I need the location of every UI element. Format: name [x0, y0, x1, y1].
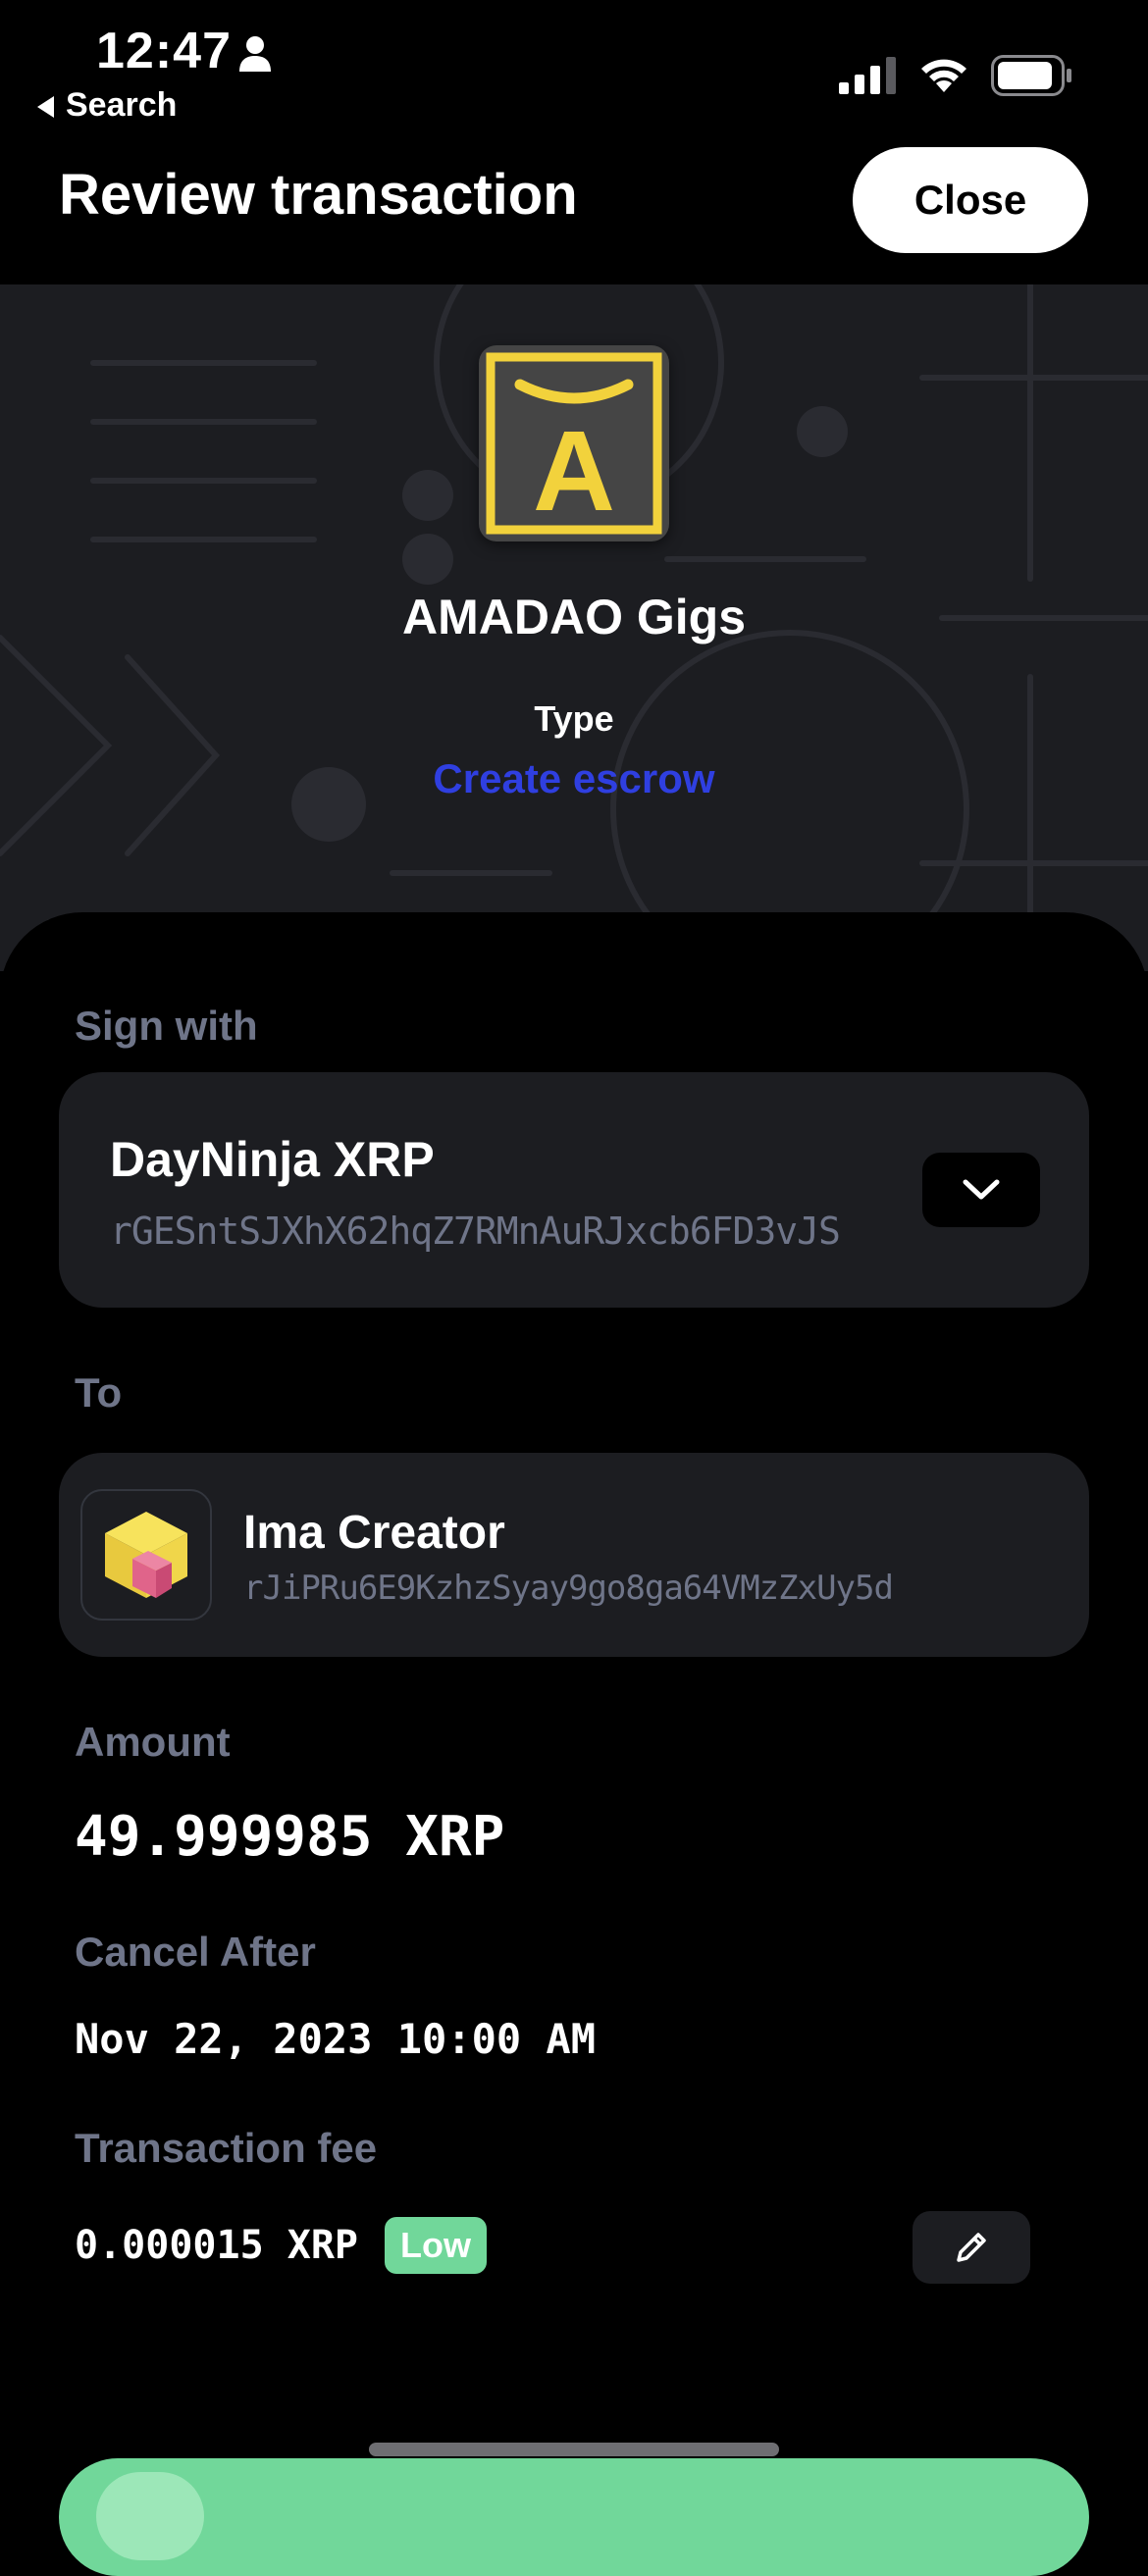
edit-fee-button[interactable]	[913, 2211, 1030, 2284]
recipient-name: Ima Creator	[243, 1507, 505, 1559]
account-name: DayNinja XRP	[110, 1132, 435, 1187]
status-time: 12:47	[96, 23, 232, 79]
recipient-address: rJiPRu6E9KzhzSyay9go8ga64VMzZxUy5d	[243, 1569, 894, 1608]
app-name: AMADAO Gigs	[402, 590, 746, 644]
cube-avatar-icon	[105, 1512, 187, 1598]
signal-icon	[839, 57, 896, 94]
home-indicator[interactable]	[369, 2443, 779, 2456]
back-search-label: Search	[66, 86, 178, 124]
fee-level-badge: Low	[385, 2217, 487, 2274]
account-dropdown-button[interactable]	[922, 1153, 1040, 1227]
status-bar: 12:47 Search	[0, 0, 1148, 137]
transaction-fee-label: Transaction fee	[75, 2125, 378, 2171]
to-label: To	[75, 1369, 123, 1416]
amadao-logo-icon: A	[486, 352, 662, 535]
type-label: Type	[534, 698, 614, 739]
recipient-avatar	[80, 1489, 212, 1621]
sign-with-label: Sign with	[75, 1003, 258, 1049]
page-title: Review transaction	[59, 163, 578, 227]
back-arrow-icon	[37, 96, 54, 119]
amount-label: Amount	[75, 1719, 231, 1765]
person-icon	[239, 36, 271, 72]
account-address: rGESntSJXhX62hqZ7RMnAuRJxcb6FD3vJS	[110, 1210, 841, 1253]
wifi-icon	[921, 59, 966, 92]
close-button[interactable]: Close	[853, 147, 1088, 253]
battery-icon	[991, 55, 1071, 96]
slide-to-accept-button[interactable]	[59, 2458, 1089, 2576]
recipient-card: Ima Creator rJiPRu6E9KzhzSyay9go8ga64VMz…	[59, 1453, 1089, 1657]
back-to-search-link[interactable]: Search	[37, 86, 177, 125]
transaction-type: Create escrow	[433, 755, 715, 801]
fee-value: 0.000015 XRP	[75, 2223, 358, 2268]
cancel-after-label: Cancel After	[75, 1929, 316, 1975]
chevron-down-icon	[963, 1179, 1000, 1200]
amount-value: 49.999985 XRP	[75, 1805, 505, 1869]
cancel-after-value: Nov 22, 2023 10:00 AM	[75, 2015, 597, 2063]
signing-account-selector[interactable]: DayNinja XRP rGESntSJXhX62hqZ7RMnAuRJxcb…	[59, 1072, 1089, 1308]
logo-letter: A	[533, 407, 615, 535]
app-logo: A	[479, 345, 669, 541]
slide-handle[interactable]	[96, 2472, 204, 2560]
pencil-icon	[957, 2233, 986, 2262]
